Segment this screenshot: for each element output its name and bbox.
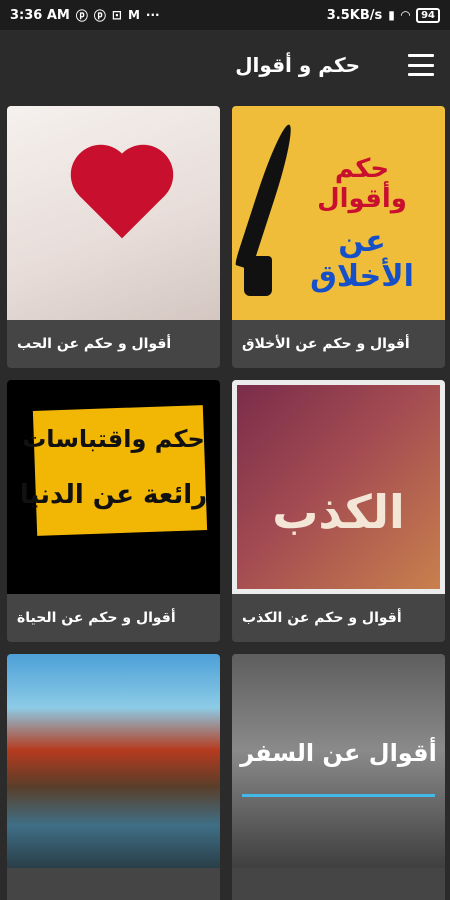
thumb-text-line: حكم وأقوال [317, 154, 407, 214]
card-life[interactable]: حكم واقتباسات رائعة عن الدنيا أقوال و حك… [7, 380, 220, 642]
menu-icon[interactable] [408, 54, 434, 76]
thumb-text-line: أقوال عن السفر [240, 739, 437, 767]
battery-icon: 94 [416, 7, 440, 23]
love-thumbnail [7, 106, 220, 320]
card-label [232, 868, 445, 900]
card-label [7, 868, 220, 900]
card-label: أقوال و حكم عن الكذب [242, 610, 402, 626]
card-lie[interactable]: الكذب أقوال و حكم عن الكذب [232, 380, 445, 642]
network-speed: 3.5KB/s [326, 7, 383, 23]
inkpot-icon [244, 256, 272, 296]
app-bar: حكم و أقوال [0, 30, 450, 100]
p-icon: ⓟ [75, 8, 88, 23]
status-bar: 3:36 AM ⓟ ⓟ ⊡ M ··· 3.5KB/s ▮ ◠ 94 [0, 0, 450, 30]
more-icon: ··· [145, 8, 160, 22]
signal-icon: ▮ [388, 8, 395, 22]
category-grid: أقوال و حكم عن الحب حكم وأقوال عن الأخلا… [7, 106, 445, 900]
status-time: 3:36 AM [10, 7, 70, 23]
thumb-text-line: عن الأخلاق [310, 224, 414, 294]
card-label: أقوال و حكم عن الأخلاق [242, 336, 410, 352]
travel-thumbnail: أقوال عن السفر [232, 654, 445, 868]
lie-thumbnail: الكذب [232, 380, 445, 594]
gmail-icon: M [127, 8, 140, 22]
wifi-icon: ◠ [400, 8, 411, 22]
thumb-text-line: حكم واقتباسات [22, 425, 205, 453]
thumb-text-line: الكذب [272, 485, 405, 539]
thumb-text-line: رائعة عن الدنيا [19, 480, 208, 510]
clock-icon: ⊡ [111, 8, 122, 22]
life-thumbnail: حكم واقتباسات رائعة عن الدنيا [7, 380, 220, 594]
card-label: أقوال و حكم عن الحب [17, 336, 172, 352]
status-right: 3.5KB/s ▮ ◠ 94 [326, 7, 440, 23]
card-nature[interactable] [7, 654, 220, 900]
p-icon-2: ⓟ [93, 8, 106, 23]
card-love[interactable]: أقوال و حكم عن الحب [7, 106, 220, 368]
card-travel[interactable]: أقوال عن السفر [232, 654, 445, 900]
page-title: حكم و أقوال [235, 53, 360, 77]
card-label: أقوال و حكم عن الحياة [17, 610, 176, 626]
ethics-thumbnail: حكم وأقوال عن الأخلاق [232, 106, 445, 320]
blue-stripe [242, 794, 435, 797]
heart-image [79, 153, 165, 239]
card-ethics[interactable]: حكم وأقوال عن الأخلاق أقوال و حكم عن الأ… [232, 106, 445, 368]
nature-thumbnail [7, 654, 220, 868]
status-left: 3:36 AM ⓟ ⓟ ⊡ M ··· [10, 7, 160, 24]
